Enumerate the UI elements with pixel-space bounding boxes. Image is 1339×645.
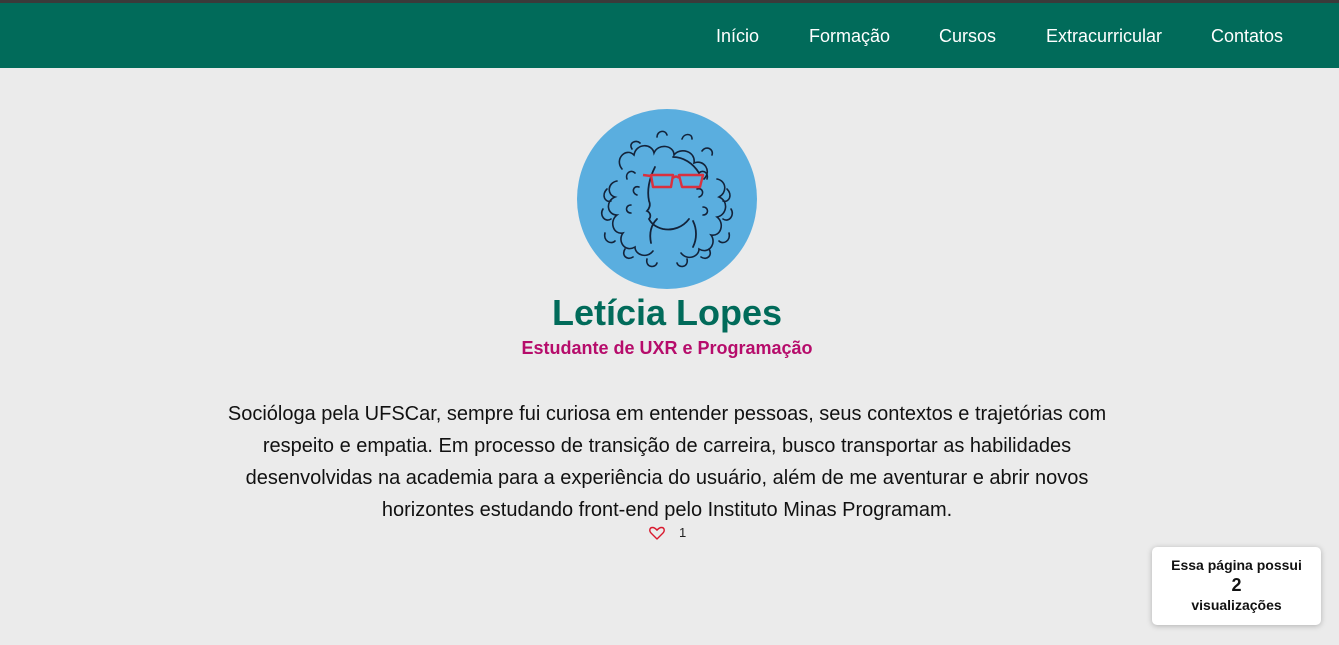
profile-name: Letícia Lopes — [551, 292, 783, 333]
nav-item-contatos[interactable]: Contatos — [1211, 25, 1283, 47]
nav-item-formacao[interactable]: Formação — [809, 25, 890, 47]
views-prefix-text: Essa página possui — [1171, 557, 1302, 573]
heart-icon[interactable] — [649, 526, 665, 540]
curly-hair-portrait-icon — [600, 130, 734, 268]
top-navbar: Início Formação Cursos Extracurricular C… — [0, 3, 1339, 68]
profile-subtitle: Estudante de UXR e Programação — [521, 338, 813, 358]
nav-item-extracurricular[interactable]: Extracurricular — [1046, 25, 1162, 47]
like-widget: 1 — [649, 524, 686, 542]
nav-item-inicio[interactable]: Início — [716, 25, 759, 47]
profile-bio: Socióloga pela UFSCar, sempre fui curios… — [227, 403, 1107, 521]
views-count: 2 — [1231, 575, 1242, 595]
page-views-card: Essa página possui 2 visualizações — [1152, 547, 1321, 625]
views-suffix-text: visualizações — [1191, 597, 1282, 613]
profile-avatar — [577, 109, 757, 289]
nav-item-cursos[interactable]: Cursos — [939, 25, 996, 47]
like-count: 1 — [679, 525, 687, 540]
